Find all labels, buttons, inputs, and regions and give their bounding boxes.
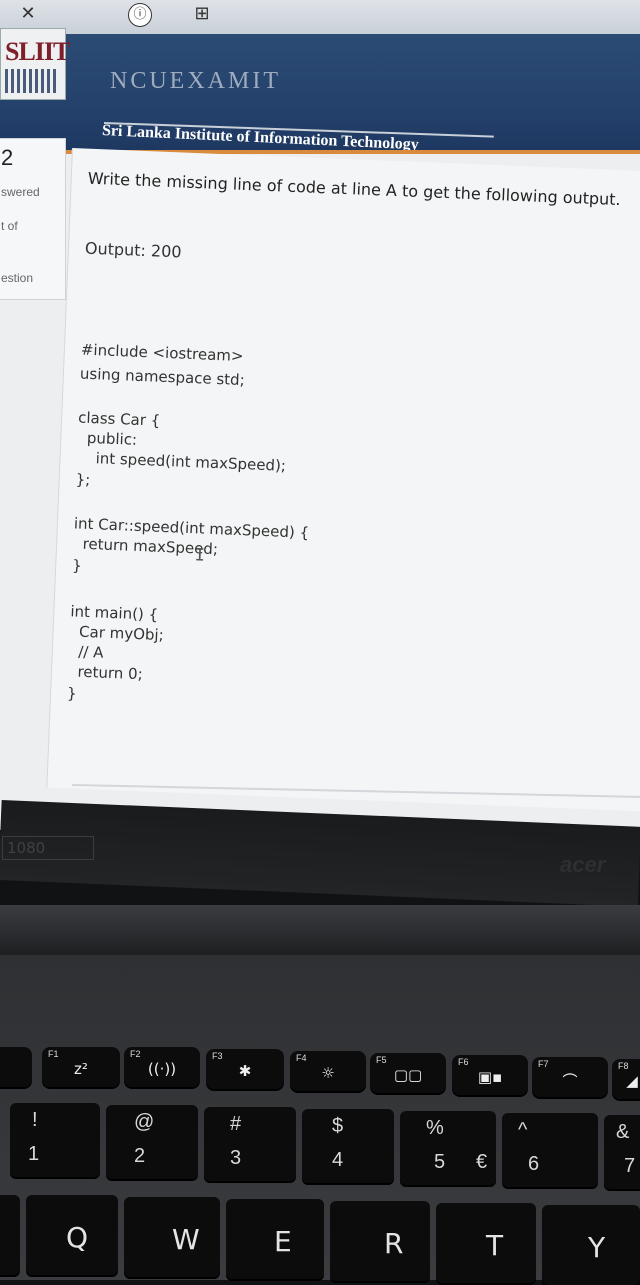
info-icon[interactable]: ⓘ bbox=[128, 3, 152, 27]
key-symbol: @ bbox=[134, 1111, 155, 1133]
code-line: // A bbox=[68, 642, 104, 662]
key-digit: 6 bbox=[528, 1153, 540, 1175]
key-alt-symbol: € bbox=[476, 1151, 488, 1173]
code-line: } bbox=[71, 556, 83, 575]
key-e[interactable]: E bbox=[226, 1199, 324, 1279]
question-content: Write the missing line of code at line A… bbox=[46, 148, 640, 812]
code-line: public: bbox=[77, 428, 138, 449]
key-label: F5 bbox=[376, 1055, 387, 1065]
browser-toolbar: ✕ ⓘ ⊞ bbox=[0, 0, 640, 34]
key-digit: 4 bbox=[332, 1149, 344, 1171]
code-line: }; bbox=[75, 470, 91, 489]
key-label: F1 bbox=[48, 1049, 59, 1059]
sliit-logo[interactable]: SLIIT bbox=[0, 28, 70, 100]
key-q[interactable]: Q bbox=[26, 1195, 118, 1275]
code-line: int main() { bbox=[70, 602, 159, 624]
key-digit: 2 bbox=[134, 1145, 146, 1167]
code-line: Car myObj; bbox=[69, 622, 165, 645]
code-line: class Car { bbox=[77, 408, 161, 430]
key-y[interactable]: Y bbox=[542, 1205, 640, 1285]
key-symbol: # bbox=[230, 1113, 242, 1135]
key-f6[interactable]: F6 ▣▪ bbox=[452, 1055, 528, 1095]
key-4[interactable]: $ 4 bbox=[302, 1109, 394, 1183]
key-r[interactable]: R bbox=[330, 1201, 430, 1281]
laptop-hinge bbox=[0, 905, 640, 955]
key-digit: 5 bbox=[434, 1151, 446, 1173]
key-esc[interactable] bbox=[0, 1047, 32, 1087]
key-f2[interactable]: F2 ((·)) bbox=[124, 1047, 200, 1087]
flag-question-link[interactable]: estion bbox=[1, 271, 33, 285]
bezel-badge: 1080 bbox=[2, 836, 94, 860]
key-1[interactable]: ! 1 bbox=[10, 1103, 100, 1177]
brightness-down-icon: ✱ bbox=[238, 1062, 252, 1080]
expected-output: Output: 200 bbox=[84, 238, 182, 262]
key-w[interactable]: W bbox=[124, 1197, 220, 1277]
key-f7[interactable]: F7 ⌒ bbox=[532, 1057, 608, 1097]
logo-emblem bbox=[5, 69, 59, 93]
key-digit: 3 bbox=[230, 1147, 242, 1169]
key-3[interactable]: # 3 bbox=[204, 1107, 296, 1181]
key-symbol: % bbox=[426, 1117, 444, 1139]
text-cursor-icon: I bbox=[194, 545, 206, 566]
logo-text: SLIIT bbox=[5, 37, 70, 66]
tab-icon[interactable]: ⊞ bbox=[192, 4, 212, 24]
key-letter: Y bbox=[588, 1231, 606, 1264]
key-symbol: ! bbox=[32, 1109, 38, 1131]
key-letter: T bbox=[486, 1229, 504, 1262]
question-marks: t of bbox=[1, 219, 18, 233]
close-icon[interactable]: ✕ bbox=[18, 4, 38, 24]
code-line: int speed(int maxSpeed); bbox=[76, 448, 287, 475]
question-status: swered bbox=[1, 185, 40, 199]
mute-icon: ◢ bbox=[626, 1072, 638, 1090]
key-label: F7 bbox=[538, 1059, 549, 1069]
code-line: using namespace std; bbox=[79, 364, 246, 390]
key-symbol: ^ bbox=[518, 1119, 528, 1141]
key-letter: Q bbox=[66, 1221, 89, 1254]
laptop-brand: acer bbox=[560, 852, 606, 877]
key-f5[interactable]: F5 ▢▢ bbox=[370, 1053, 446, 1093]
key-label: F4 bbox=[296, 1053, 307, 1063]
key-symbol: & bbox=[616, 1121, 630, 1143]
key-f4[interactable]: F4 ☼ bbox=[290, 1051, 366, 1091]
key-5[interactable]: % 5 € bbox=[400, 1111, 496, 1185]
key-tab[interactable] bbox=[0, 1195, 20, 1275]
site-header: NCUEXAMIT Sri Lanka Institute of Informa… bbox=[0, 34, 640, 153]
sleep-icon: z² bbox=[74, 1060, 88, 1078]
key-digit: 7 bbox=[624, 1155, 636, 1177]
key-label: F2 bbox=[130, 1049, 141, 1059]
key-f3[interactable]: F3 ✱ bbox=[206, 1049, 284, 1089]
display-switch-icon: ▢▢ bbox=[393, 1066, 423, 1084]
keyboard-deck: F1 z² F2 ((·)) F3 ✱ F4 ☼ F5 ▢▢ F6 ▣▪ F7 … bbox=[0, 955, 640, 1285]
key-label: F3 bbox=[212, 1051, 223, 1061]
key-f1[interactable]: F1 z² bbox=[42, 1047, 120, 1087]
question-number: 2 bbox=[1, 145, 14, 170]
monitor-screen: ✕ ⓘ ⊞ NCUEXAMIT Sri Lanka Institute of I… bbox=[0, 0, 640, 830]
wireless-icon: ((·)) bbox=[147, 1060, 177, 1078]
key-label: F6 bbox=[458, 1057, 469, 1067]
brightness-up-icon: ☼ bbox=[321, 1064, 335, 1082]
touchpad-icon: ⌒ bbox=[562, 1072, 578, 1090]
key-letter: E bbox=[274, 1225, 292, 1258]
key-6[interactable]: ^ 6 bbox=[502, 1113, 598, 1187]
key-t[interactable]: T bbox=[436, 1203, 536, 1283]
code-line: #include <iostream> bbox=[80, 340, 244, 366]
key-2[interactable]: @ 2 bbox=[106, 1105, 198, 1179]
key-7[interactable]: & 7 bbox=[604, 1115, 640, 1189]
key-symbol: $ bbox=[332, 1115, 344, 1137]
code-line: } bbox=[66, 684, 78, 703]
key-letter: R bbox=[384, 1227, 404, 1260]
key-f8[interactable]: F8 ◢ bbox=[612, 1059, 640, 1099]
key-digit: 1 bbox=[28, 1143, 40, 1165]
display-off-icon: ▣▪ bbox=[477, 1068, 503, 1086]
code-line: return 0; bbox=[67, 662, 144, 684]
question-prompt: Write the missing line of code at line A… bbox=[87, 168, 621, 210]
brand-title: NCUEXAMIT bbox=[110, 68, 281, 94]
question-info-panel: 2 swered t of estion bbox=[0, 138, 66, 300]
key-label: F8 bbox=[618, 1061, 629, 1071]
key-letter: W bbox=[172, 1223, 200, 1256]
